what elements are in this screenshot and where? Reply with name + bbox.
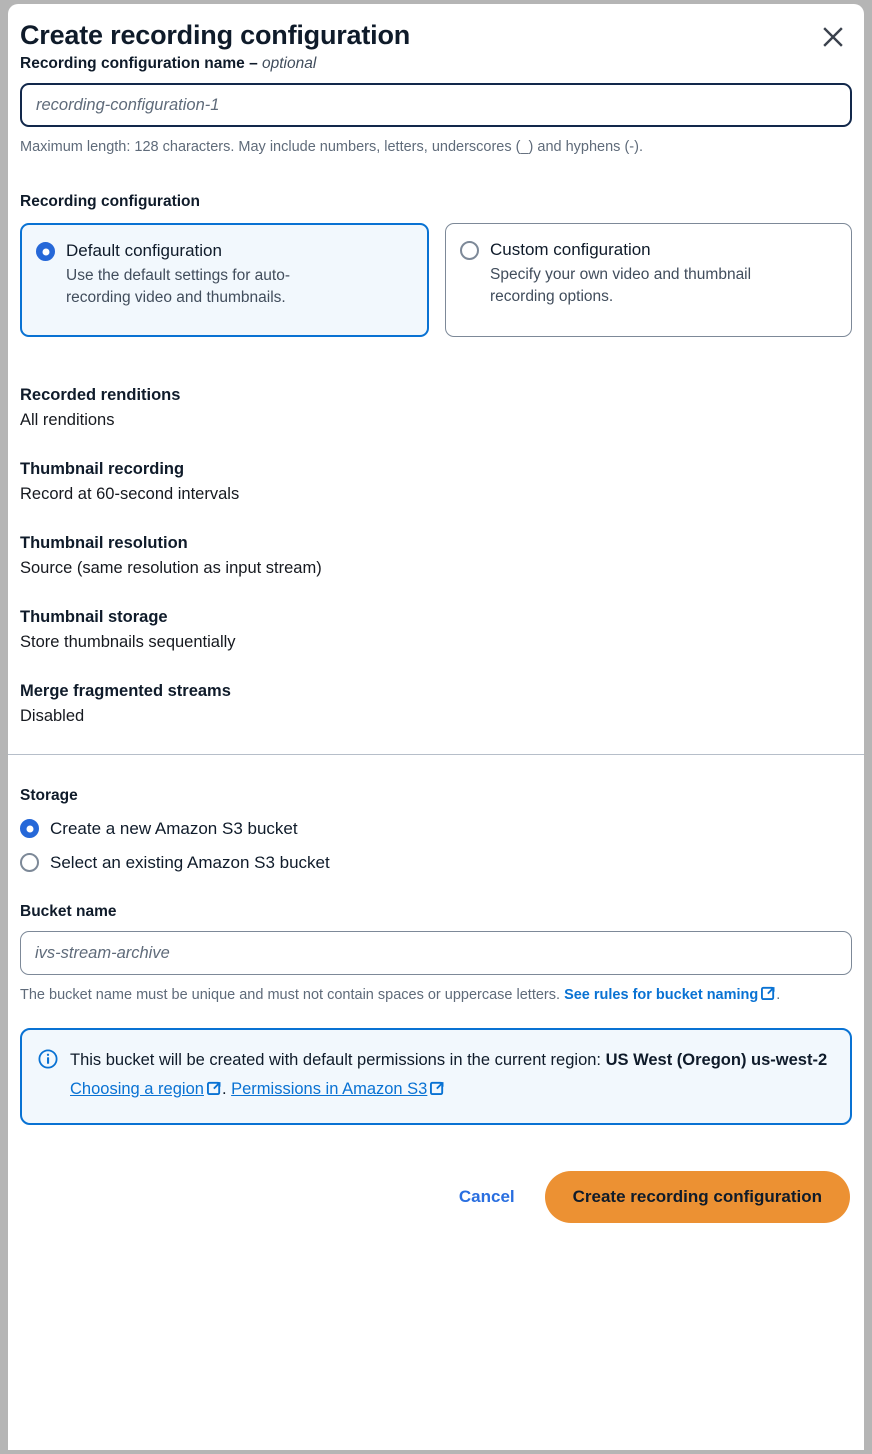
external-link-icon xyxy=(430,1076,445,1105)
tile-default-configuration-description: Use the default settings for auto-record… xyxy=(66,267,291,306)
summary-label: Thumbnail resolution xyxy=(20,534,188,552)
choosing-a-region-link[interactable]: Choosing a region xyxy=(70,1080,204,1098)
summary-label: Recorded renditions xyxy=(20,386,181,404)
bucket-name-input[interactable] xyxy=(20,931,852,975)
summary-value: All renditions xyxy=(20,411,115,429)
summary-value: Disabled xyxy=(20,707,85,725)
external-link-icon xyxy=(761,984,776,1008)
alert-message: This bucket will be created with default… xyxy=(70,1046,832,1105)
radio-default-configuration[interactable] xyxy=(36,242,55,261)
storage-option-select-existing-bucket[interactable]: Select an existing Amazon S3 bucket xyxy=(20,851,852,874)
see-rules-for-bucket-naming-link[interactable]: See rules for bucket naming xyxy=(564,987,758,1003)
external-link-icon xyxy=(206,1076,222,1105)
cancel-button[interactable]: Cancel xyxy=(453,1177,521,1217)
recording-config-name-hint: Maximum length: 128 characters. May incl… xyxy=(20,139,643,155)
summary-item-recorded-renditions: Recorded renditions All renditions xyxy=(20,383,852,433)
create-recording-configuration-dialog: Create recording configuration Recording… xyxy=(8,4,864,1450)
radio-custom-configuration[interactable] xyxy=(460,241,479,260)
recording-config-name-label-text: Recording configuration name – xyxy=(20,55,262,72)
create-recording-configuration-button[interactable]: Create recording configuration xyxy=(544,1171,850,1223)
recording-configuration-section-title: Recording configuration xyxy=(20,193,200,210)
recording-config-name-input[interactable] xyxy=(20,83,852,127)
summary-label: Thumbnail recording xyxy=(20,460,185,478)
summary-item-thumbnail-recording: Thumbnail recording Record at 60-second … xyxy=(20,457,852,507)
storage-option-create-new-bucket[interactable]: Create a new Amazon S3 bucket xyxy=(20,817,852,840)
tile-custom-configuration-description: Specify your own video and thumbnail rec… xyxy=(490,266,752,305)
info-circle-icon xyxy=(38,1049,58,1105)
tile-custom-configuration-title: Custom configuration xyxy=(490,240,651,259)
bucket-name-hint: The bucket name must be unique and must … xyxy=(20,983,852,1008)
dialog-header: Create recording configuration xyxy=(8,4,864,54)
summary-item-thumbnail-resolution: Thumbnail resolution Source (same resolu… xyxy=(20,531,852,581)
summary-value: Record at 60-second intervals xyxy=(20,485,240,503)
storage-section-title: Storage xyxy=(20,787,78,804)
summary-item-thumbnail-storage: Thumbnail storage Store thumbnails seque… xyxy=(20,605,852,655)
section-divider xyxy=(8,754,864,755)
tile-custom-configuration[interactable]: Custom configuration Specify your own vi… xyxy=(445,223,852,337)
storage-option-select-existing-bucket-label: Select an existing Amazon S3 bucket xyxy=(50,853,330,872)
storage-option-create-new-bucket-label: Create a new Amazon S3 bucket xyxy=(50,819,298,838)
summary-value: Source (same resolution as input stream) xyxy=(20,559,322,577)
bucket-region-info-alert: This bucket will be created with default… xyxy=(20,1028,852,1125)
alert-region: US West (Oregon) us-west-2 xyxy=(605,1051,828,1069)
alert-text-before: This bucket will be created with default… xyxy=(70,1051,606,1069)
storage-section: Storage Create a new Amazon S3 bucket Se… xyxy=(8,786,864,1125)
configuration-summary-list: Recorded renditions All renditions Thumb… xyxy=(20,383,852,729)
summary-label: Merge fragmented streams xyxy=(20,682,231,700)
dialog-footer: Cancel Create recording configuration xyxy=(8,1171,864,1223)
tile-default-configuration[interactable]: Default configuration Use the default se… xyxy=(20,223,429,337)
bucket-name-hint-text: The bucket name must be unique and must … xyxy=(20,987,565,1003)
recording-configuration-tiles: Default configuration Use the default se… xyxy=(20,223,852,337)
optional-suffix: optional xyxy=(262,55,317,72)
radio-select-existing-bucket[interactable] xyxy=(20,853,39,872)
radio-create-new-bucket[interactable] xyxy=(20,819,39,838)
bucket-name-hint-tail: . xyxy=(776,987,781,1003)
summary-label: Thumbnail storage xyxy=(20,608,168,626)
summary-value: Store thumbnails sequentially xyxy=(20,633,236,651)
dialog-body: Recording configuration name – optional … xyxy=(8,54,864,729)
close-icon[interactable] xyxy=(816,20,850,54)
dialog-title: Create recording configuration xyxy=(20,20,411,50)
alert-separator: . xyxy=(221,1080,232,1098)
recording-config-name-label: Recording configuration name – optional xyxy=(20,54,852,74)
tile-default-configuration-title: Default configuration xyxy=(66,241,222,260)
summary-item-merge-fragmented-streams: Merge fragmented streams Disabled xyxy=(20,679,852,729)
bucket-name-label: Bucket name xyxy=(20,903,117,920)
permissions-in-amazon-s3-link[interactable]: Permissions in Amazon S3 xyxy=(231,1080,427,1098)
